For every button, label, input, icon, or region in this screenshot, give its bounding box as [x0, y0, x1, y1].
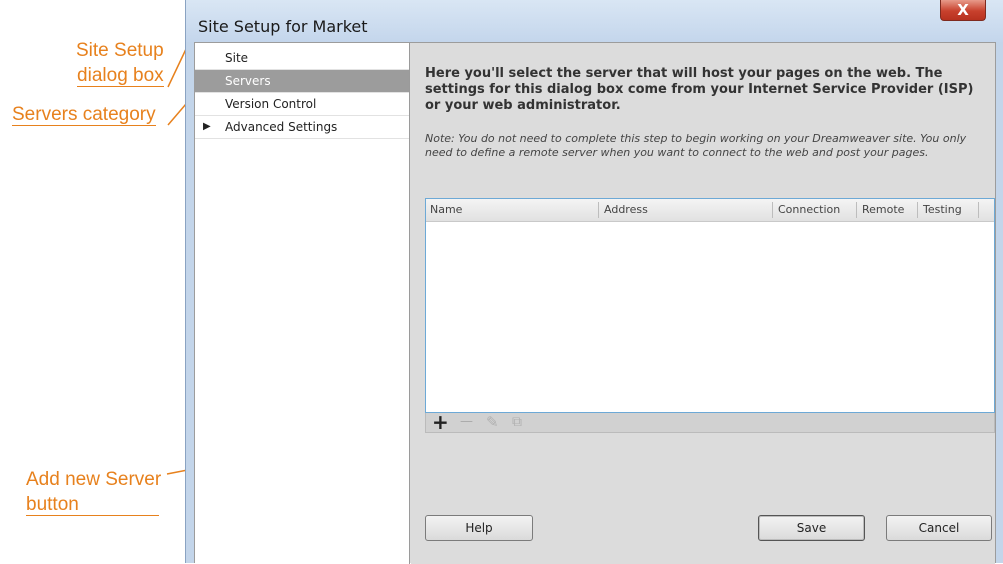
- column-divider: [917, 202, 918, 218]
- servers-description: Here you'll select the server that will …: [425, 66, 974, 113]
- servers-category-callout: Servers category: [12, 102, 156, 127]
- add-server-callout-line2: button: [26, 494, 159, 516]
- dialog-titlebar[interactable]: Site Setup for Market X: [186, 0, 1003, 42]
- site-setup-dialog: Site Setup for Market X Site Servers Ver…: [185, 0, 1003, 564]
- column-header-remote[interactable]: Remote: [862, 203, 904, 216]
- add-server-callout: Add new Server button: [26, 467, 161, 517]
- sidebar-item-label: Site: [225, 51, 249, 65]
- column-divider: [772, 202, 773, 218]
- plus-icon[interactable]: +: [432, 412, 449, 432]
- duplicate-icon[interactable]: ⧉: [512, 413, 522, 431]
- servers-note: Note: You do not need to complete this s…: [425, 132, 967, 159]
- sidebar-item-version-control[interactable]: Version Control: [195, 93, 409, 116]
- servers-pane: Here you'll select the server that will …: [411, 43, 995, 564]
- column-divider: [856, 202, 857, 218]
- column-header-testing[interactable]: Testing: [923, 203, 962, 216]
- help-button[interactable]: Help: [425, 515, 533, 541]
- servers-table[interactable]: Name Address Connection Remote Testing: [425, 198, 995, 413]
- column-divider: [978, 202, 979, 218]
- sidebar-item-label: Servers: [225, 74, 271, 88]
- sidebar-item-advanced-settings[interactable]: ▶ Advanced Settings: [195, 116, 409, 139]
- save-button[interactable]: Save: [758, 515, 865, 541]
- minus-icon[interactable]: —: [460, 413, 473, 431]
- sidebar-item-servers[interactable]: Servers: [195, 70, 409, 93]
- sidebar-item-label: Version Control: [225, 97, 317, 111]
- triangle-right-icon[interactable]: ▶: [203, 121, 211, 132]
- site-setup-callout: Site Setup dialog box: [76, 38, 164, 88]
- close-icon: X: [957, 1, 969, 19]
- pencil-icon[interactable]: ✎: [486, 413, 499, 431]
- servers-table-header: Name Address Connection Remote Testing: [426, 199, 994, 222]
- sidebar-item-site[interactable]: Site: [195, 47, 409, 70]
- add-server-callout-line1: Add new Server: [26, 469, 162, 490]
- dialog-client-area: Site Servers Version Control ▶ Advanced …: [194, 42, 996, 564]
- sidebar-item-label: Advanced Settings: [225, 120, 338, 134]
- column-header-name[interactable]: Name: [430, 203, 462, 216]
- category-sidebar: Site Servers Version Control ▶ Advanced …: [195, 43, 410, 564]
- cancel-button[interactable]: Cancel: [886, 515, 992, 541]
- column-divider: [598, 202, 599, 218]
- servers-table-toolbar: + — ✎ ⧉: [425, 412, 995, 433]
- column-header-connection[interactable]: Connection: [778, 203, 840, 216]
- close-button[interactable]: X: [940, 0, 986, 21]
- dialog-title: Site Setup for Market: [198, 17, 368, 36]
- site-setup-callout-line2: dialog box: [77, 65, 164, 87]
- column-header-address[interactable]: Address: [604, 203, 648, 216]
- site-setup-callout-line1: Site Setup: [76, 40, 164, 61]
- servers-category-callout-label: Servers category: [12, 104, 156, 126]
